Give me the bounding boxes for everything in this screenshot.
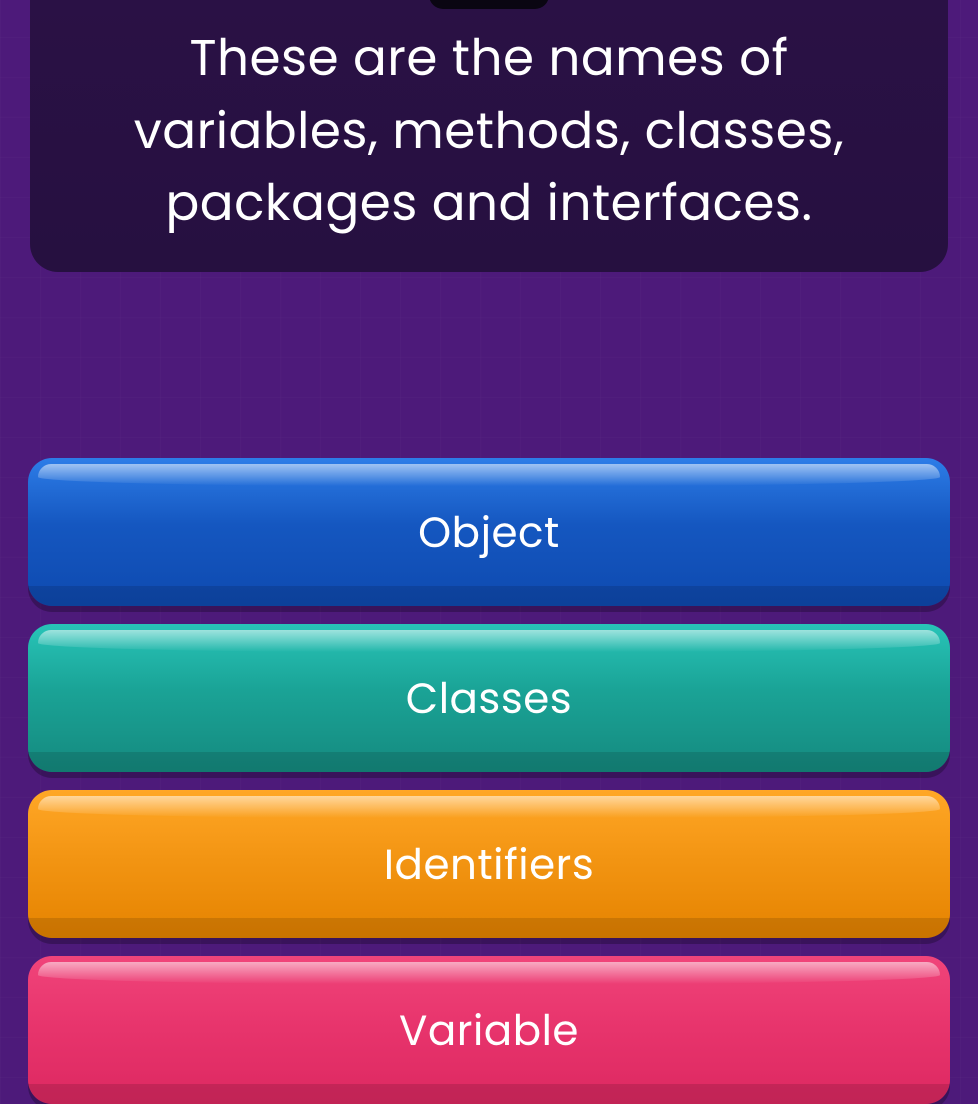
answer-option-variable[interactable]: Variable: [28, 956, 950, 1104]
answer-label: Classes: [406, 667, 572, 730]
answer-label: Variable: [399, 999, 579, 1062]
answer-label: Identifiers: [384, 833, 595, 896]
question-card: These are the names of variables, method…: [30, 0, 948, 272]
answers-container: Object Classes Identifiers Variable: [28, 458, 950, 1104]
answer-option-identifiers[interactable]: Identifiers: [28, 790, 950, 938]
question-text: These are the names of variables, method…: [80, 22, 898, 240]
answer-option-classes[interactable]: Classes: [28, 624, 950, 772]
answer-label: Object: [418, 501, 560, 564]
answer-option-object[interactable]: Object: [28, 458, 950, 606]
